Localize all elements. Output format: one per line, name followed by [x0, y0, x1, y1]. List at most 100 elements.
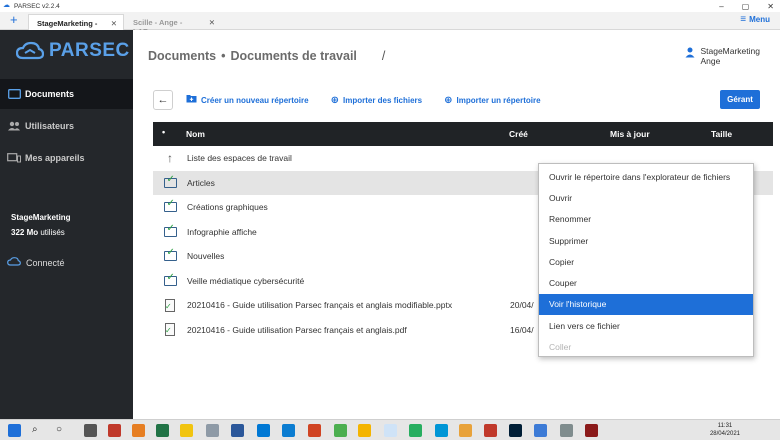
manage-button[interactable]: Gérant — [720, 90, 760, 109]
excel-icon[interactable] — [156, 424, 169, 437]
column-size[interactable]: Taille — [711, 129, 732, 139]
import-files-label: Importer des fichiers — [342, 95, 423, 105]
sidebar-item-devices[interactable]: Mes appareils — [0, 143, 133, 173]
sidebar-item-label: Mes appareils — [25, 153, 85, 163]
cloud-icon — [7, 257, 21, 268]
hamburger-icon: ≡ — [740, 14, 747, 25]
usage-suffix: utilisés — [38, 228, 65, 237]
breadcrumb-root[interactable]: Documents — [148, 49, 216, 63]
row-name: Infographie affiche — [187, 226, 257, 237]
hp-icon[interactable] — [435, 424, 448, 437]
context-menu: Ouvrir le répertoire dans l'explorateur … — [538, 163, 754, 357]
sidebar-item-users[interactable]: Utilisateurs — [0, 111, 133, 141]
title-bar: ☁ PARSEC v2.2.4 – ▢ ✕ — [0, 0, 780, 12]
file-synced-icon — [163, 298, 177, 312]
row-name: Veille médiatique cybersécurité — [187, 275, 305, 286]
user-menu[interactable]: StageMarketing Ange — [685, 46, 760, 66]
cloud-logo-icon — [16, 41, 44, 60]
clock-time: 11:31 — [717, 423, 733, 429]
menu-item-copy[interactable]: Copier — [539, 251, 753, 272]
parsec-taskbar-icon[interactable] — [384, 424, 397, 437]
photoshop-icon[interactable] — [509, 424, 522, 437]
sidebar: PARSEC Documents Utilisateurs Mes appare… — [0, 30, 133, 419]
breadcrumb-separator: • — [221, 49, 226, 63]
close-icon[interactable]: ✕ — [111, 19, 117, 30]
add-tab-icon[interactable]: + — [10, 13, 18, 27]
plus-circle-icon: ⊕ — [330, 94, 339, 106]
menu-item-cut[interactable]: Couper — [539, 272, 753, 293]
minimize-icon[interactable]: – — [719, 2, 723, 11]
task-view-icon[interactable]: ○ — [56, 424, 69, 437]
tab-label: Scille - Ange - LAP... — [133, 18, 183, 36]
taskbar-app-icon[interactable] — [409, 424, 422, 437]
menu-item-history[interactable]: Voir l'historique — [539, 293, 753, 316]
column-updated[interactable]: Mis à jour — [610, 129, 650, 139]
folder-synced-icon — [163, 174, 177, 190]
user-org: StageMarketing — [700, 46, 760, 56]
powerpoint-icon[interactable] — [308, 424, 321, 437]
close-window-icon[interactable]: ✕ — [767, 2, 774, 11]
table-header: • Nom Créé Mis à jour Taille — [153, 122, 773, 146]
system-clock[interactable]: 11:31 28/04/2021 — [710, 422, 740, 438]
breadcrumb-current[interactable]: Documents de travail — [230, 49, 356, 63]
create-folder-button[interactable]: Créer un nouveau répertoire — [186, 94, 309, 106]
back-button[interactable]: ← — [153, 90, 173, 110]
sidebar-item-label: Documents — [25, 89, 75, 99]
folder-synced-icon — [163, 223, 177, 239]
taskbar-app-icon[interactable] — [84, 424, 97, 437]
close-icon[interactable]: ✕ — [209, 18, 215, 30]
row-name: Articles — [187, 177, 215, 188]
column-name[interactable]: Nom — [186, 129, 205, 139]
import-folder-button[interactable]: ⊕ Importer un répertoire — [444, 95, 540, 106]
menu-button[interactable]: ≡ Menu — [740, 14, 770, 25]
photos-icon[interactable] — [534, 424, 547, 437]
file-explorer-icon[interactable] — [180, 424, 193, 437]
tab-bar: + StageMarketing - ... ✕ Scille - Ange -… — [0, 12, 780, 37]
users-icon — [7, 121, 21, 131]
import-folder-label: Importer un répertoire — [456, 95, 541, 105]
row-name: Liste des espaces de travail — [187, 153, 292, 164]
taskbar-app-icon[interactable] — [334, 424, 347, 437]
menu-item-rename[interactable]: Renommer — [539, 209, 753, 230]
sidebar-item-label: Utilisateurs — [25, 121, 75, 131]
taskbar-app-icon[interactable] — [108, 424, 121, 437]
menu-label: Menu — [749, 15, 770, 24]
chrome-icon[interactable] — [358, 424, 371, 437]
sort-indicator-icon[interactable]: • — [162, 127, 165, 137]
arrow-up-icon: ↑ — [167, 151, 173, 166]
tab-label: StageMarketing - ... — [37, 19, 98, 37]
search-icon[interactable]: ⌕ — [32, 424, 45, 437]
tab-stagemarketing[interactable]: StageMarketing - ... ✕ — [28, 14, 124, 37]
menu-item-open-in-explorer[interactable]: Ouvrir le répertoire dans l'explorateur … — [539, 166, 753, 187]
usage-value: 322 Mo — [11, 228, 39, 237]
word-icon[interactable] — [231, 424, 244, 437]
toolbar: ← Créer un nouveau répertoire ⊕ Importer… — [153, 89, 760, 111]
maximize-icon[interactable]: ▢ — [742, 2, 750, 11]
edge-icon[interactable] — [282, 424, 295, 437]
create-folder-label: Créer un nouveau répertoire — [201, 95, 309, 105]
mail-icon[interactable] — [257, 424, 270, 437]
import-files-button[interactable]: ⊕ Importer des fichiers — [331, 95, 423, 106]
tab-scille[interactable]: Scille - Ange - LAP... ✕ — [125, 14, 221, 36]
menu-item-file-link[interactable]: Lien vers ce fichier — [539, 315, 753, 336]
windows-start-icon[interactable] — [8, 424, 21, 437]
status-label: Connecté — [26, 257, 65, 268]
window-title: PARSEC v2.2.4 — [14, 2, 60, 10]
taskbar-app-icon[interactable] — [560, 424, 573, 437]
row-created: 20/04/ — [510, 300, 534, 311]
sidebar-item-documents[interactable]: Documents — [0, 79, 133, 109]
menu-item-delete[interactable]: Supprimer — [539, 230, 753, 251]
acrobat-icon[interactable] — [484, 424, 497, 437]
menu-item-open[interactable]: Ouvrir — [539, 187, 753, 208]
row-name: Créations graphiques — [187, 202, 268, 213]
breadcrumb-slash: / — [381, 49, 386, 63]
illustrator-icon[interactable] — [585, 424, 598, 437]
user-name: Ange — [700, 56, 721, 66]
folder-synced-icon — [163, 247, 177, 263]
taskbar-app-icon[interactable] — [206, 424, 219, 437]
user-names: StageMarketing Ange — [700, 46, 760, 66]
taskbar-app-icon[interactable] — [132, 424, 145, 437]
column-created[interactable]: Créé — [509, 129, 528, 139]
taskbar-app-icon[interactable] — [459, 424, 472, 437]
os-taskbar: ⌕ ○ 11:31 28/04/2021 — [0, 419, 780, 440]
